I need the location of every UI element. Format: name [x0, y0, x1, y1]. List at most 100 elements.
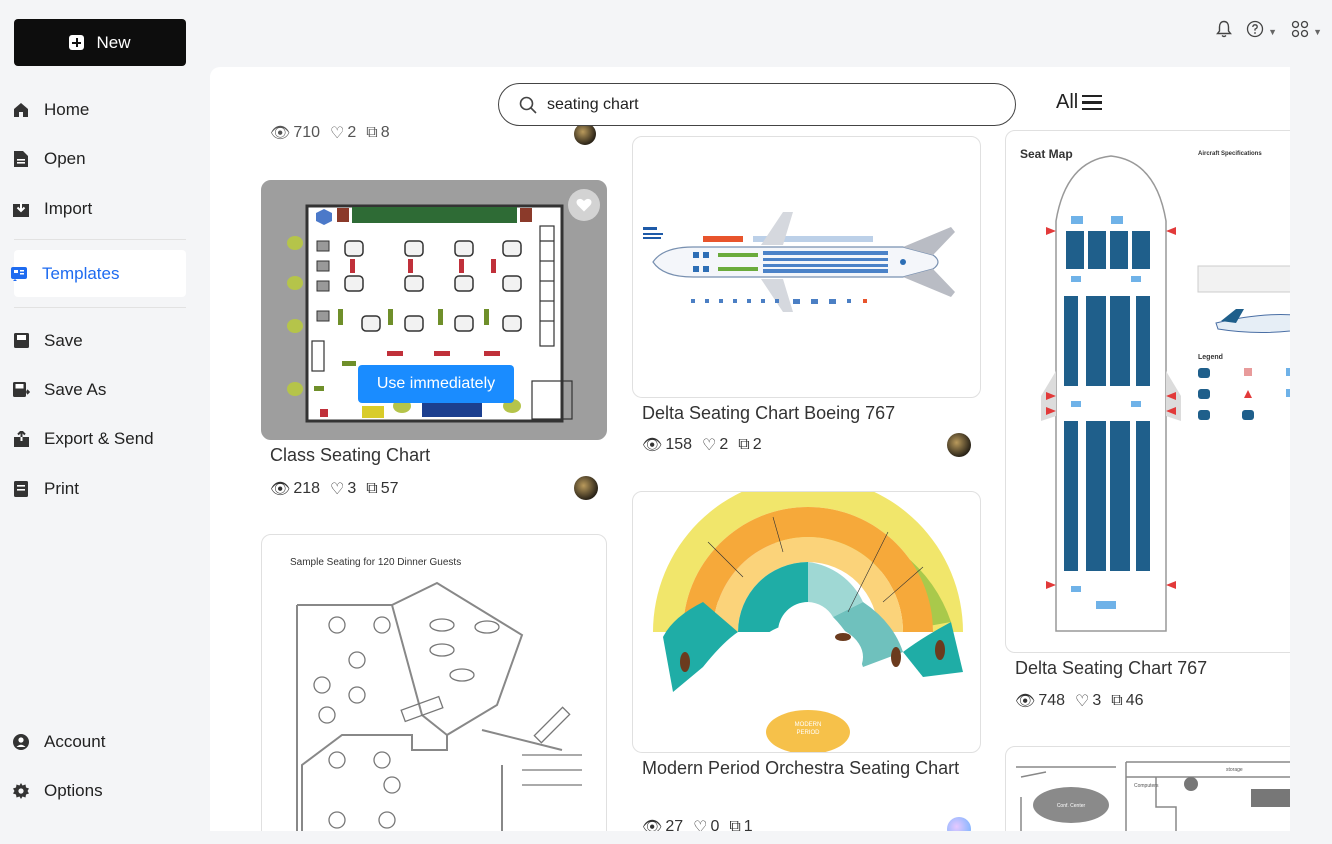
sidebar-item-open[interactable]: Open [0, 135, 186, 182]
likes-icon: ♡ 2 [702, 436, 729, 454]
sidebar-divider [14, 307, 186, 308]
plus-icon [69, 35, 85, 50]
help-icon[interactable] [1246, 20, 1264, 43]
menu-icon [1082, 95, 1103, 110]
avatar[interactable] [947, 817, 971, 831]
thumbnail-heading: Seat Map [1020, 147, 1073, 161]
template-title[interactable]: Class Seating Chart [270, 441, 430, 469]
card-stats: 👁 218 ♡ 3 ⧉ 57 [270, 479, 399, 499]
apps-grid-icon[interactable] [1291, 20, 1309, 43]
sidebar-item-label: Account [44, 731, 106, 751]
print-icon [12, 480, 30, 498]
sidebar-item-label: Save As [44, 379, 107, 399]
office-label: Conf. Center [1057, 803, 1086, 809]
options-icon [12, 782, 30, 800]
templates-icon [10, 265, 28, 283]
likes-icon: ♡ 2 [330, 124, 357, 142]
avatar[interactable] [574, 476, 598, 500]
card-stats: 👁 158 ♡ 2 ⧉ 2 [642, 435, 762, 455]
thumbnail-heading: Sample Seating for 120 Dinner Guests [290, 557, 462, 568]
copies-icon: ⧉ 57 [366, 480, 399, 497]
sidebar-item-save-as[interactable]: Save As [0, 366, 186, 413]
heart-icon [576, 198, 592, 212]
copies-icon: ⧉ 46 [1111, 692, 1144, 709]
chevron-down-icon[interactable]: ▼ [1313, 27, 1322, 37]
export-icon [12, 430, 30, 448]
template-thumbnail-class-seating[interactable]: Use immediately [261, 180, 607, 440]
avatar[interactable] [947, 433, 971, 457]
sidebar-item-print[interactable]: Print [0, 465, 186, 512]
chevron-down-icon[interactable]: ▼ [1268, 27, 1277, 37]
views-icon: 👁 27 [642, 818, 684, 831]
sidebar-item-label: Save [44, 330, 83, 350]
sidebar-item-account[interactable]: Account [0, 718, 186, 765]
office-floorplan-image: Conf. Center Computers storage [1016, 761, 1290, 831]
template-thumbnail-dinner-seating[interactable]: Sample Seating for 120 Dinner Guests [261, 534, 607, 831]
bell-icon[interactable] [1216, 20, 1233, 43]
views-icon: 👁 158 [642, 436, 693, 454]
sidebar-item-export-send[interactable]: Export & Send [0, 415, 186, 462]
template-thumbnail-delta-767[interactable]: Seat Map Aircraft Specifications Legend [1005, 130, 1290, 653]
sidebar-item-label: Home [44, 99, 90, 119]
use-immediately-button[interactable]: Use immediately [358, 365, 514, 403]
views-icon: 👁 710 [270, 124, 321, 142]
filter-label: All [1056, 91, 1079, 113]
templates-panel: seating chart All 👁 710 ♡ 2 ⧉ 8 Use imme… [210, 67, 1290, 831]
search-icon [519, 96, 537, 114]
template-title[interactable]: Delta Seating Chart Boeing 767 [642, 399, 895, 427]
sidebar-item-label: Open [44, 148, 86, 168]
office-label: Computers [1134, 783, 1159, 789]
period-badge: PERIOD [796, 730, 820, 736]
sidebar-item-home[interactable]: Home [0, 86, 186, 133]
topbar-actions: ▼ ▼ [1216, 20, 1322, 43]
period-badge: MODERN [795, 722, 822, 728]
template-thumbnail-office[interactable]: Conf. Center Computers storage [1005, 746, 1290, 831]
sidebar: New Home Open Import Templates Save Save… [0, 0, 200, 844]
search-value: seating chart [547, 95, 639, 113]
views-icon: 👁 218 [270, 480, 321, 498]
sidebar-item-label: Export & Send [44, 428, 154, 448]
favorite-button[interactable] [568, 189, 600, 221]
thumbnail-legend: Legend [1198, 354, 1223, 361]
sidebar-divider [14, 239, 186, 240]
account-icon [12, 733, 30, 751]
sidebar-item-save[interactable]: Save [0, 317, 186, 364]
aircraft-seatmap-image [1041, 155, 1290, 632]
filter-all-menu[interactable]: All [1056, 91, 1103, 114]
likes-icon: ♡ 3 [1075, 692, 1102, 710]
likes-icon: ♡ 0 [693, 818, 720, 831]
sidebar-item-templates[interactable]: Templates [11, 250, 186, 297]
card-stats: 👁 748 ♡ 3 ⧉ 46 [1015, 691, 1144, 711]
sidebar-item-label: Print [44, 478, 79, 498]
sidebar-item-options[interactable]: Options [0, 767, 186, 814]
copies-icon: ⧉ 8 [366, 124, 390, 141]
copies-icon: ⧉ 1 [729, 818, 753, 831]
airplane-seatmap-image [643, 212, 955, 312]
template-title[interactable]: Modern Period Orchestra Seating Chart [642, 754, 962, 782]
copies-icon: ⧉ 2 [738, 436, 762, 453]
save-as-icon [12, 381, 30, 399]
office-label: storage [1226, 767, 1243, 773]
new-button[interactable]: New [14, 19, 186, 66]
thumbnail-subheading: Aircraft Specifications [1198, 151, 1262, 157]
search-input[interactable]: seating chart [498, 83, 1016, 126]
avatar[interactable] [574, 123, 596, 145]
template-thumbnail-boeing-767[interactable] [632, 136, 981, 398]
new-label: New [96, 32, 131, 52]
save-icon [12, 332, 30, 350]
sidebar-item-label: Options [44, 780, 103, 800]
views-icon: 👁 748 [1015, 692, 1066, 710]
open-icon [12, 150, 30, 168]
sidebar-item-import[interactable]: Import [0, 185, 186, 232]
template-thumbnail-orchestra[interactable]: MODERN PERIOD [632, 491, 981, 753]
dinner-floorplan-image [296, 581, 582, 831]
sidebar-item-label: Import [44, 198, 93, 218]
card-stats: 👁 27 ♡ 0 ⧉ 1 [642, 817, 753, 831]
orchestra-seating-image: MODERN PERIOD [653, 492, 963, 752]
likes-icon: ♡ 3 [330, 480, 357, 498]
import-icon [12, 200, 30, 218]
sidebar-item-label: Templates [42, 263, 120, 283]
card-stats: 👁 710 ♡ 2 ⧉ 8 [270, 123, 390, 143]
home-icon [12, 101, 30, 119]
template-title[interactable]: Delta Seating Chart 767 [1015, 654, 1207, 682]
